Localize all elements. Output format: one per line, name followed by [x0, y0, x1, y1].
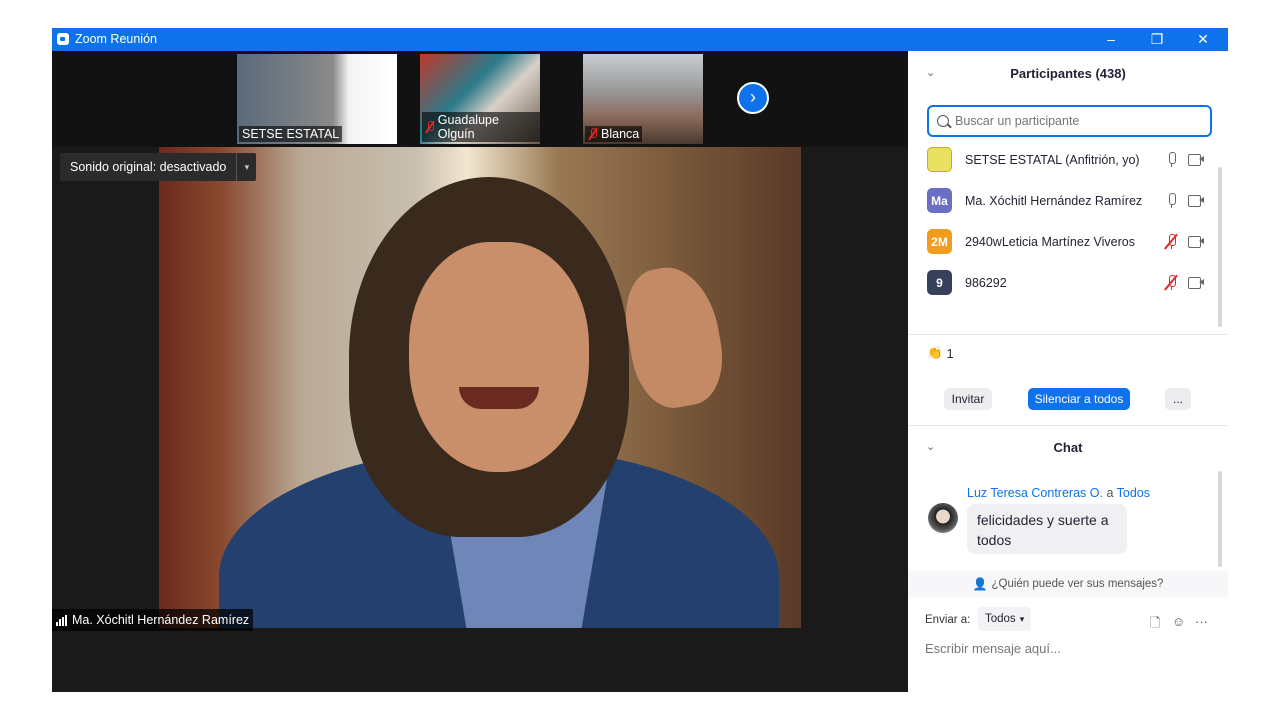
emoji-icon[interactable]: ☺	[1172, 614, 1185, 629]
side-panel: ⌄ Participantes (438) SETSE ESTATAL (Anf…	[908, 51, 1228, 692]
window-title: Zoom Reunión	[75, 32, 157, 46]
participant-search[interactable]	[927, 105, 1212, 137]
chat-sender-avatar	[928, 503, 958, 533]
thumbnail-label: Blanca	[585, 126, 643, 142]
participant-list-scrollbar[interactable]	[1218, 167, 1222, 327]
microphone-icon[interactable]	[1166, 151, 1176, 168]
chat-scrollbar[interactable]	[1218, 471, 1222, 567]
participant-name: Ma. Xóchitl Hernández Ramírez	[965, 193, 1143, 208]
original-sound-label: Sonido original: desactivado	[70, 160, 227, 174]
chat-message-header: Luz Teresa Contreras O. a Todos	[967, 486, 1150, 500]
participant-avatar: Ma	[927, 188, 952, 213]
video-camera-icon[interactable]	[1188, 154, 1205, 166]
chat-message-bubble: felicidades y suerte a todos	[967, 504, 1127, 554]
title-bar: Zoom Reunión – ❐ ✕	[52, 28, 1228, 51]
file-icon[interactable]: 🗋	[1150, 614, 1160, 636]
participant-list: SETSE ESTATAL (Anfitrión, yo) Ma Ma. Xóc…	[908, 139, 1228, 309]
restore-button[interactable]: ❐	[1134, 28, 1180, 51]
minimize-button[interactable]: –	[1088, 28, 1134, 51]
video-camera-icon[interactable]	[1188, 236, 1205, 248]
close-button[interactable]: ✕	[1180, 28, 1226, 51]
thumbnail-name: SETSE ESTATAL	[242, 127, 340, 141]
original-sound-toggle[interactable]: Sonido original: desactivado ▾	[60, 153, 257, 181]
reaction-number: 1	[946, 346, 954, 361]
participant-row[interactable]: SETSE ESTATAL (Anfitrión, yo)	[908, 139, 1218, 180]
search-icon	[937, 115, 949, 127]
muted-microphone-icon[interactable]	[1164, 233, 1178, 250]
divider	[908, 334, 1228, 335]
thumbnail-label: SETSE ESTATAL	[239, 126, 343, 142]
chat-recipient[interactable]: Todos	[1117, 486, 1150, 500]
thumbnail-name: Blanca	[601, 127, 640, 141]
chevron-down-icon[interactable]: ▾	[236, 153, 256, 181]
reaction-count: 👏 1	[927, 346, 954, 361]
participant-name: SETSE ESTATAL (Anfitrión, yo)	[965, 152, 1140, 167]
microphone-icon[interactable]	[1166, 192, 1176, 209]
zoom-app-icon	[57, 33, 69, 45]
thumbnail-video[interactable]: SETSE ESTATAL	[237, 54, 397, 144]
clapping-hands-icon: 👏	[927, 346, 943, 360]
signal-strength-icon	[56, 614, 67, 626]
video-area: SETSE ESTATAL Guadalupe Olguín Blanca ›	[52, 51, 908, 692]
speaker-name-tag: Ma. Xóchitl Hernández Ramírez	[52, 609, 254, 631]
participants-title: Participantes (438)	[1010, 66, 1126, 81]
zoom-window: Zoom Reunión – ❐ ✕ SETSE ESTATAL Guadalu…	[52, 28, 1228, 692]
speaker-name: Ma. Xóchitl Hernández Ramírez	[72, 613, 250, 627]
video-camera-icon[interactable]	[1188, 195, 1205, 207]
participant-row[interactable]: Ma Ma. Xóchitl Hernández Ramírez	[908, 180, 1218, 221]
participant-avatar: 2M	[927, 229, 952, 254]
thumbnail-label: Guadalupe Olguín	[422, 112, 540, 142]
thumbnail-video[interactable]: Guadalupe Olguín	[420, 54, 540, 144]
muted-mic-icon	[588, 128, 598, 140]
active-speaker-video	[159, 147, 801, 628]
speaker-figure	[617, 260, 731, 414]
chat-to-word: a	[1106, 486, 1114, 500]
thumbnail-video[interactable]: Blanca	[583, 54, 703, 144]
participant-row[interactable]: 2M 2940wLeticia Martínez Viveros	[908, 221, 1218, 262]
participant-avatar: 9	[927, 270, 952, 295]
search-input[interactable]	[955, 114, 1195, 128]
chat-sender[interactable]: Luz Teresa Contreras O.	[967, 486, 1103, 500]
person-info-icon: 👤	[972, 577, 988, 591]
speaker-figure	[459, 387, 539, 409]
speaker-figure	[409, 242, 589, 472]
next-page-arrow-icon[interactable]: ›	[737, 82, 769, 114]
thumbnail-strip: SETSE ESTATAL Guadalupe Olguín Blanca ›	[52, 51, 908, 147]
recipient-dropdown[interactable]: Todos ▾	[978, 607, 1032, 631]
chat-message-input[interactable]	[925, 635, 1215, 661]
thumbnail-name: Guadalupe Olguín	[437, 113, 499, 141]
participant-row[interactable]: 9 986292	[908, 262, 1218, 303]
host-logo-avatar	[927, 147, 952, 172]
participant-name: 2940wLeticia Martínez Viveros	[965, 234, 1135, 249]
divider	[908, 425, 1228, 426]
invite-button[interactable]: Invitar	[944, 388, 992, 410]
who-can-see-messages[interactable]: 👤 ¿Quién puede ver sus mensajes?	[908, 571, 1228, 597]
recipient-value: Todos	[985, 613, 1016, 625]
who-can-see-text: ¿Quién puede ver sus mensajes?	[991, 578, 1164, 590]
muted-mic-icon	[425, 121, 435, 133]
more-icon[interactable]: ···	[1195, 614, 1208, 629]
mute-all-button[interactable]: Silenciar a todos	[1028, 388, 1130, 410]
chevron-down-icon: ▾	[1019, 613, 1025, 624]
more-options-button[interactable]: ...	[1165, 388, 1191, 410]
send-to-label: Enviar a:	[925, 614, 971, 626]
video-camera-icon[interactable]	[1188, 277, 1205, 289]
chat-title: Chat	[1053, 440, 1083, 455]
participant-name: 986292	[965, 275, 1007, 290]
muted-microphone-icon[interactable]	[1164, 274, 1178, 291]
